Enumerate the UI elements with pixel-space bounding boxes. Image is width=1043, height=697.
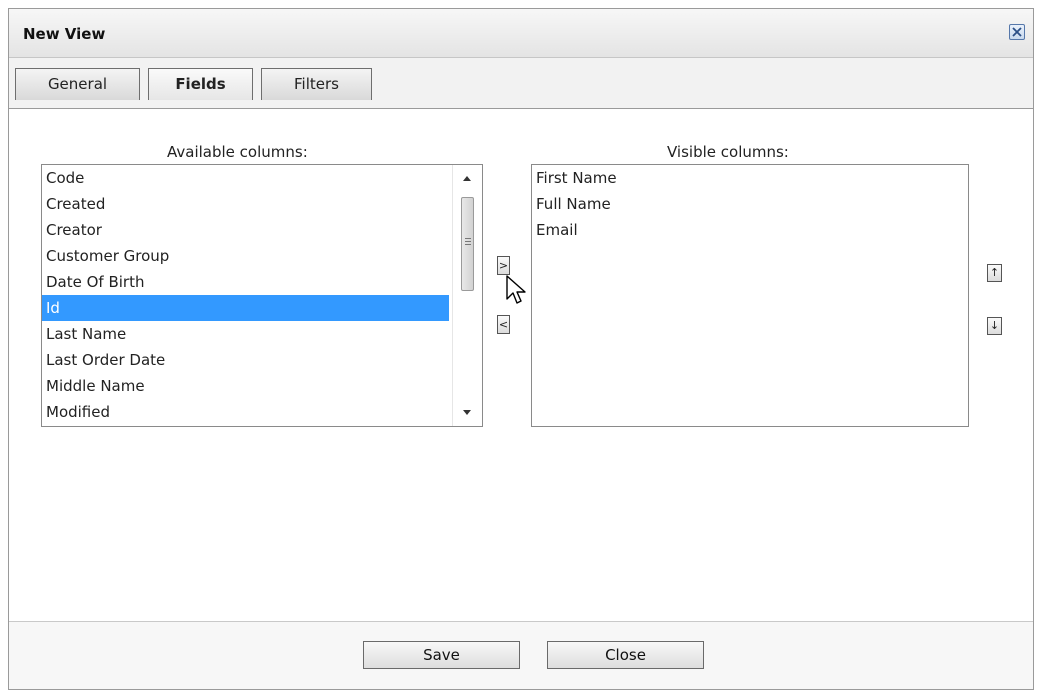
close-icon[interactable] xyxy=(1009,24,1025,40)
close-button[interactable]: Close xyxy=(547,641,704,669)
add-column-button[interactable]: > xyxy=(497,256,510,275)
move-down-button[interactable]: ↓ xyxy=(987,317,1002,335)
dialog-title: New View xyxy=(23,25,106,43)
arrow-cursor-icon xyxy=(506,275,526,304)
list-item[interactable]: Creator xyxy=(42,217,449,243)
available-columns-label: Available columns: xyxy=(167,143,308,161)
visible-columns-list[interactable]: First Name Full Name Email xyxy=(531,164,969,427)
list-item[interactable]: Modified xyxy=(42,399,449,425)
visible-columns-label: Visible columns: xyxy=(667,143,789,161)
tab-fields[interactable]: Fields xyxy=(148,68,253,100)
list-item[interactable]: Middle Name xyxy=(42,373,449,399)
list-item[interactable]: Full Name xyxy=(532,191,968,217)
new-view-dialog: New View General Fields Filters Availabl… xyxy=(8,8,1034,690)
save-button[interactable]: Save xyxy=(363,641,520,669)
tab-filters[interactable]: Filters xyxy=(261,68,372,100)
dialog-footer: Save Close xyxy=(9,621,1033,689)
grip-line xyxy=(465,244,471,245)
list-item[interactable]: Last Order Date xyxy=(42,347,449,373)
dialog-titlebar: New View xyxy=(9,9,1033,58)
tab-bar: General Fields Filters xyxy=(9,58,1033,109)
list-item[interactable]: Email xyxy=(532,217,968,243)
list-item[interactable]: Last Name xyxy=(42,321,449,347)
grip-line xyxy=(465,238,471,239)
available-list-scrollbar[interactable] xyxy=(452,165,482,426)
list-item[interactable]: First Name xyxy=(532,165,968,191)
list-item[interactable]: Customer Group xyxy=(42,243,449,269)
scroll-thumb[interactable] xyxy=(461,197,474,291)
scroll-up-arrow-icon[interactable] xyxy=(463,176,471,181)
available-columns-list[interactable]: Code Created Creator Customer Group Date… xyxy=(41,164,483,427)
list-item[interactable]: Code xyxy=(42,165,449,191)
move-up-button[interactable]: ↑ xyxy=(987,264,1002,282)
grip-line xyxy=(465,241,471,242)
scroll-down-arrow-icon[interactable] xyxy=(463,410,471,415)
list-item[interactable]: Date Of Birth xyxy=(42,269,449,295)
remove-column-button[interactable]: < xyxy=(497,315,510,334)
tab-general[interactable]: General xyxy=(15,68,140,100)
list-item[interactable]: Created xyxy=(42,191,449,217)
list-item-selected[interactable]: Id xyxy=(42,295,449,321)
